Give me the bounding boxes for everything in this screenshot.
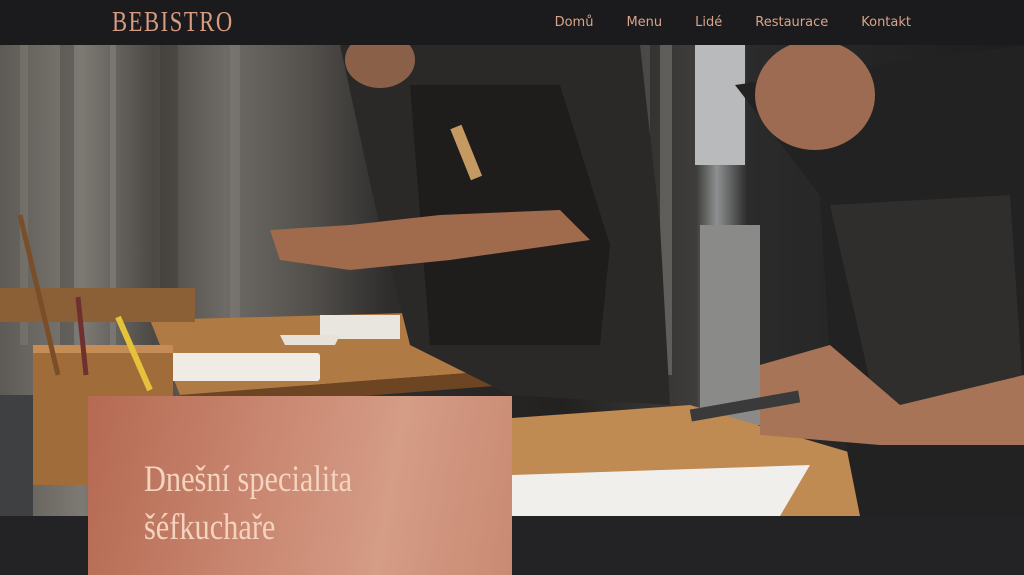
nav-item-domu[interactable]: Domů xyxy=(555,15,594,30)
nav-item-restaurace[interactable]: Restaurace xyxy=(755,15,828,30)
site-logo[interactable]: BEBISTRO xyxy=(112,6,234,39)
site-header: BEBISTRO Domů Menu Lidé Restaurace Konta… xyxy=(0,0,1024,45)
main-nav: Domů Menu Lidé Restaurace Kontakt xyxy=(555,0,911,45)
nav-item-kontakt[interactable]: Kontakt xyxy=(861,15,911,30)
chef-special-card[interactable]: Dnešní specialita šéfkuchaře xyxy=(88,396,512,575)
nav-item-menu[interactable]: Menu xyxy=(626,15,662,30)
special-title-line2: šéfkuchaře xyxy=(144,507,276,548)
page: BEBISTRO Domů Menu Lidé Restaurace Konta… xyxy=(0,0,1024,575)
special-title-line1: Dnešní specialita xyxy=(144,459,353,500)
nav-item-lide[interactable]: Lidé xyxy=(695,15,722,30)
special-title: Dnešní specialita šéfkuchaře xyxy=(144,456,439,552)
